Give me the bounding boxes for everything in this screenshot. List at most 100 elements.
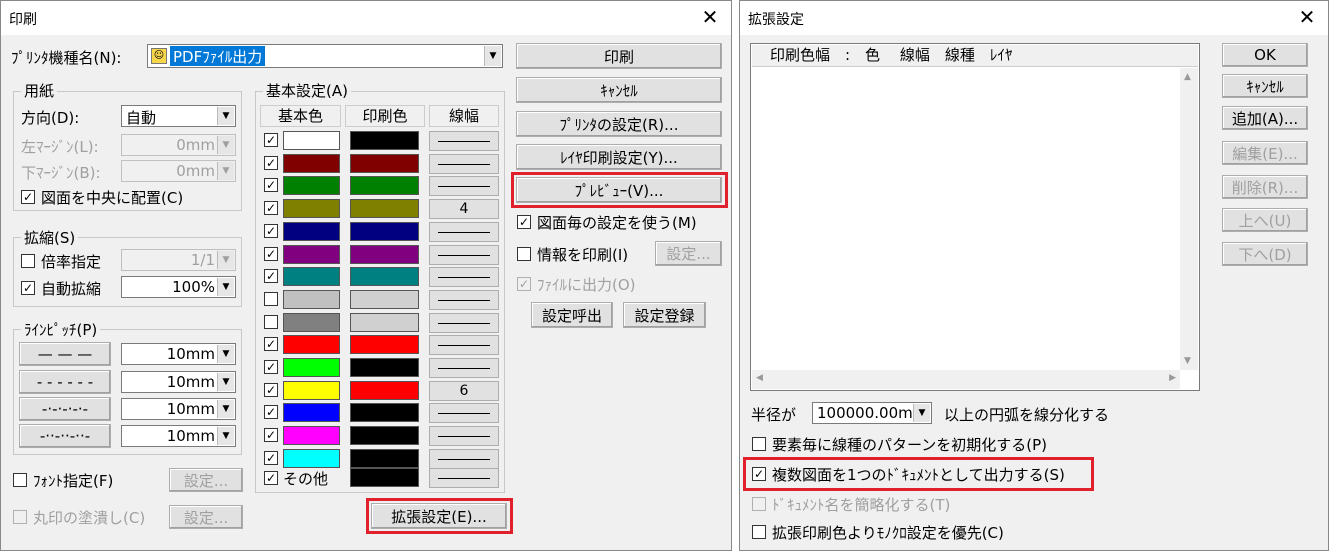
print-color-swatch[interactable] — [350, 290, 419, 309]
print-color-swatch[interactable] — [350, 176, 419, 195]
chevron-down-icon[interactable]: ▼ — [217, 400, 234, 418]
other-print-color[interactable] — [350, 468, 419, 487]
up-button[interactable]: 上へ(U) — [1222, 208, 1308, 232]
edit-button[interactable]: 編集(E)... — [1222, 141, 1308, 165]
print-color-swatch[interactable] — [350, 267, 419, 286]
line-width-button[interactable] — [429, 313, 499, 333]
close-icon[interactable]: ✕ — [697, 5, 723, 29]
pitch-combo-3[interactable]: 10mm ▼ — [121, 398, 236, 420]
line-width-button[interactable] — [429, 154, 499, 174]
color-row-checkbox[interactable]: ✓ — [264, 269, 278, 283]
color-row-checkbox[interactable]: ✓ — [264, 337, 278, 351]
layer-print-setting-button[interactable]: ﾚｲﾔ印刷設定(Y)... — [516, 144, 722, 170]
line-pattern-button-3[interactable]: -·-·-·-·- — [19, 397, 111, 421]
font-checkbox[interactable] — [13, 473, 27, 487]
line-width-button[interactable] — [429, 222, 499, 242]
ext-list[interactable]: 印刷色幅 : 色 線幅 線種 ﾚｲﾔ ▲ ▼ ◀ ▶ — [750, 43, 1200, 391]
direction-combo[interactable]: 自動 ▼ — [121, 105, 236, 127]
color-row-checkbox[interactable]: ✓ — [264, 178, 278, 192]
center-checkbox[interactable]: ✓ — [21, 190, 35, 204]
print-color-swatch[interactable] — [350, 222, 419, 241]
line-width-button[interactable] — [429, 358, 499, 378]
line-pattern-button-4[interactable]: -··-··-··- — [19, 424, 111, 448]
line-width-button[interactable] — [429, 131, 499, 151]
line-width-button[interactable] — [429, 335, 499, 355]
line-width-button[interactable] — [429, 290, 499, 310]
pitch-combo-4[interactable]: 10mm ▼ — [121, 425, 236, 447]
color-row-checkbox[interactable]: ✓ — [264, 247, 278, 261]
chevron-down-icon[interactable]: ▼ — [217, 251, 234, 269]
vertical-scrollbar[interactable]: ▲ ▼ — [1180, 68, 1198, 370]
register-settings-button[interactable]: 設定登録 — [623, 302, 706, 328]
line-width-button[interactable] — [429, 245, 499, 265]
line-width-button[interactable] — [429, 426, 499, 446]
scroll-right-icon[interactable]: ▶ — [1169, 373, 1176, 383]
line-width-button[interactable] — [429, 403, 499, 423]
line-width-button[interactable]: 6 — [429, 381, 499, 401]
ok-button[interactable]: OK — [1222, 43, 1308, 67]
left-margin-combo[interactable]: 0mm ▼ — [121, 134, 236, 156]
font-setting-button[interactable]: 設定... — [169, 468, 243, 492]
chevron-down-icon[interactable]: ▼ — [913, 404, 930, 422]
chevron-down-icon[interactable]: ▼ — [217, 136, 234, 154]
print-color-swatch[interactable] — [350, 245, 419, 264]
color-row-checkbox[interactable]: ✓ — [264, 383, 278, 397]
opt1-checkbox[interactable] — [752, 437, 766, 451]
print-button[interactable]: 印刷 — [516, 43, 722, 69]
opt3-checkbox[interactable] — [752, 497, 766, 511]
chevron-down-icon[interactable]: ▼ — [217, 427, 234, 445]
print-color-swatch[interactable] — [350, 335, 419, 354]
close-icon[interactable]: ✕ — [1294, 5, 1320, 29]
print-color-swatch[interactable] — [350, 154, 419, 173]
line-pattern-button-2[interactable]: - - - - - - — [19, 370, 111, 394]
line-width-button[interactable] — [429, 449, 499, 469]
circle-checkbox[interactable] — [13, 510, 27, 524]
pitch-combo-2[interactable]: 10mm ▼ — [121, 371, 236, 393]
horizontal-scrollbar[interactable]: ◀ ▶ — [752, 370, 1180, 389]
ext-cancel-button[interactable]: ｷｬﾝｾﾙ — [1222, 74, 1308, 98]
info-setting-button[interactable]: 設定... — [655, 241, 722, 266]
ratio-combo[interactable]: 1/1 ▼ — [121, 249, 236, 271]
line-width-button[interactable] — [429, 176, 499, 196]
other-checkbox[interactable]: ✓ — [264, 471, 278, 485]
chevron-down-icon[interactable]: ▼ — [217, 373, 234, 391]
load-settings-button[interactable]: 設定呼出 — [531, 302, 613, 328]
chevron-down-icon[interactable]: ▼ — [217, 278, 234, 296]
scroll-left-icon[interactable]: ◀ — [756, 373, 763, 383]
opt4-checkbox[interactable] — [752, 525, 766, 539]
printer-setting-button[interactable]: ﾌﾟﾘﾝﾀの設定(R)... — [516, 111, 722, 137]
print-info-checkbox[interactable] — [517, 247, 531, 261]
color-row-checkbox[interactable]: ✓ — [264, 451, 278, 465]
color-row-checkbox[interactable] — [264, 292, 278, 306]
color-row-checkbox[interactable]: ✓ — [264, 156, 278, 170]
scroll-down-icon[interactable]: ▼ — [1184, 356, 1191, 366]
print-color-swatch[interactable] — [350, 403, 419, 422]
delete-button[interactable]: 削除(R)... — [1222, 175, 1308, 199]
color-row-checkbox[interactable] — [264, 315, 278, 329]
print-color-swatch[interactable] — [350, 449, 419, 468]
radius-combo[interactable]: 100000.00mm ▼ — [812, 402, 932, 424]
color-row-checkbox[interactable]: ✓ — [264, 405, 278, 419]
print-color-swatch[interactable] — [350, 426, 419, 445]
line-width-button[interactable] — [429, 267, 499, 287]
add-button[interactable]: 追加(A)... — [1222, 106, 1308, 130]
print-color-swatch[interactable] — [350, 199, 419, 218]
color-row-checkbox[interactable]: ✓ — [264, 224, 278, 238]
chevron-down-icon[interactable]: ▼ — [484, 46, 501, 66]
chevron-down-icon[interactable]: ▼ — [217, 345, 234, 363]
down-button[interactable]: 下へ(D) — [1222, 242, 1308, 266]
print-color-swatch[interactable] — [350, 358, 419, 377]
ratio-checkbox[interactable] — [21, 254, 35, 268]
auto-scale-checkbox[interactable]: ✓ — [21, 281, 35, 295]
circle-setting-button[interactable]: 設定... — [169, 505, 243, 529]
other-line-width[interactable] — [429, 468, 499, 488]
file-output-checkbox[interactable]: ✓ — [517, 277, 531, 291]
scroll-up-icon[interactable]: ▲ — [1184, 72, 1191, 82]
color-row-checkbox[interactable]: ✓ — [264, 201, 278, 215]
print-color-swatch[interactable] — [350, 313, 419, 332]
pitch-combo-1[interactable]: 10mm ▼ — [121, 343, 236, 365]
color-row-checkbox[interactable]: ✓ — [264, 428, 278, 442]
color-row-checkbox[interactable]: ✓ — [264, 133, 278, 147]
bottom-margin-combo[interactable]: 0mm ▼ — [121, 160, 236, 182]
printer-combo[interactable]: ☺ PDFﾌｧｲﾙ出力 ▼ — [147, 44, 503, 68]
